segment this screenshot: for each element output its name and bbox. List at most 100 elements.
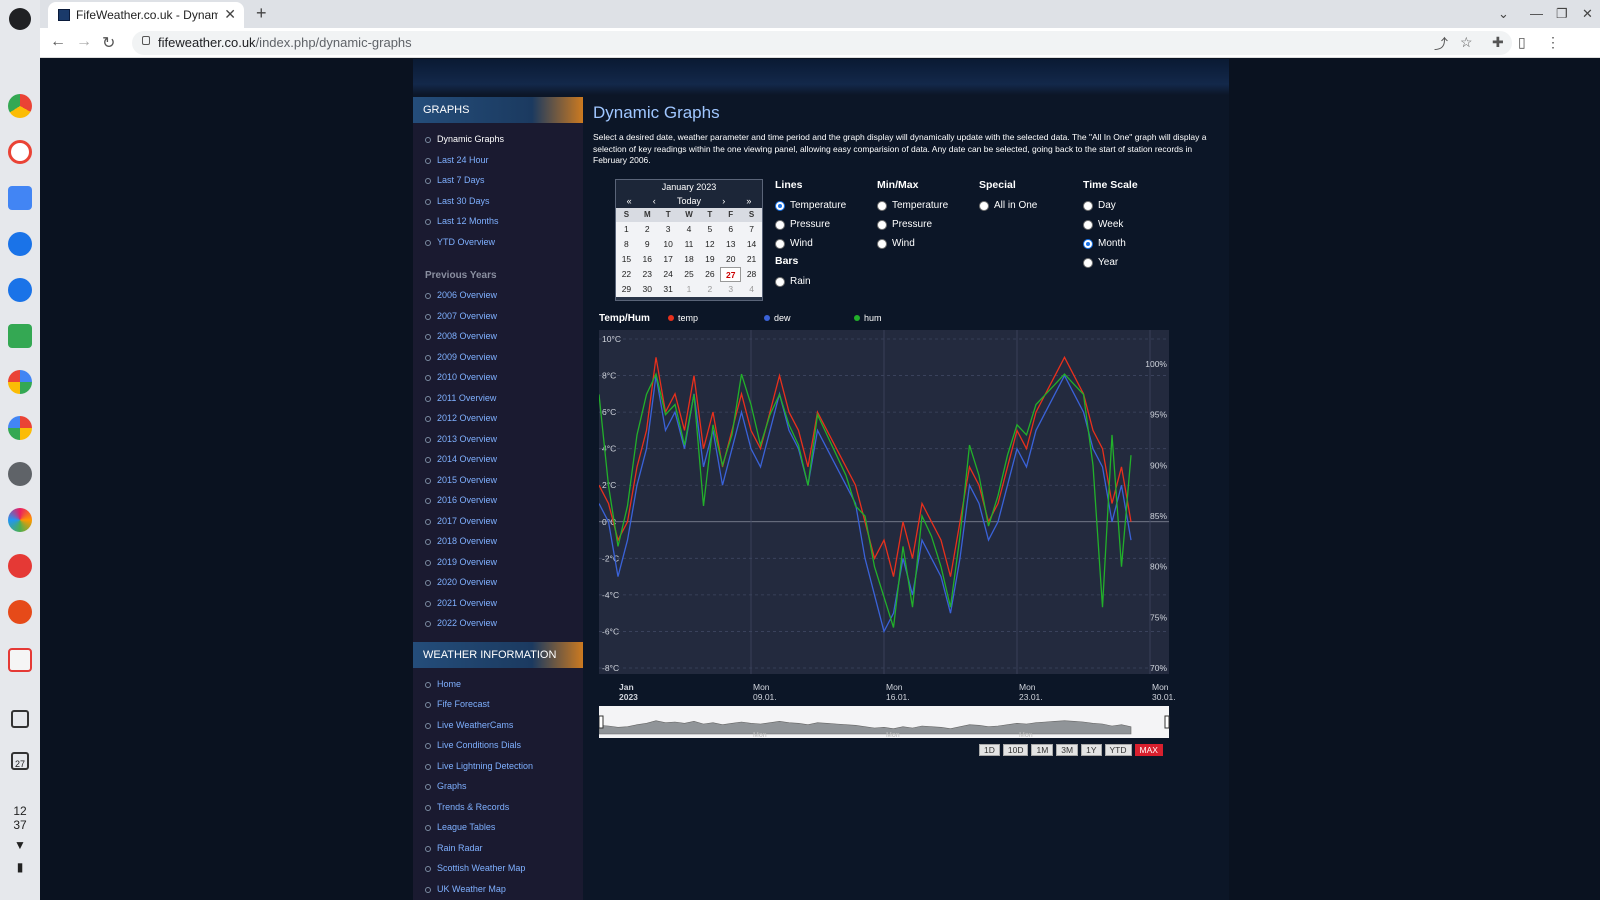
meet-icon[interactable] bbox=[8, 324, 32, 348]
gmail-icon[interactable] bbox=[8, 140, 32, 164]
settings-icon[interactable] bbox=[8, 462, 32, 486]
share-icon[interactable]: ⤴ bbox=[1434, 34, 1448, 54]
restore-icon[interactable]: ❐ bbox=[1556, 6, 1568, 22]
app-icon[interactable] bbox=[8, 648, 32, 672]
sidebar-link[interactable]: 2006 Overview bbox=[425, 285, 583, 306]
radio-button[interactable] bbox=[775, 200, 785, 211]
radio-button[interactable] bbox=[877, 219, 887, 230]
address-bar[interactable]: fifeweather.co.uk/index.php/dynamic-grap… bbox=[132, 31, 1512, 55]
minimize-icon[interactable]: — bbox=[1530, 6, 1543, 21]
calendar-day[interactable]: 13 bbox=[720, 237, 741, 252]
calendar-day[interactable]: 11 bbox=[679, 237, 700, 252]
calendar-day[interactable]: 3 bbox=[658, 222, 679, 237]
sidebar-link[interactable]: Last 12 Months bbox=[425, 211, 583, 232]
calendar-day[interactable]: 20 bbox=[720, 252, 741, 267]
clock-hour[interactable]: 12 bbox=[0, 804, 40, 818]
radio-button[interactable] bbox=[1083, 238, 1093, 249]
calendar-day[interactable]: 30 bbox=[637, 282, 658, 297]
calendar-day[interactable]: 17 bbox=[658, 252, 679, 267]
calendar-nav-button[interactable]: Today bbox=[677, 194, 701, 208]
extensions-icon[interactable]: ✚ bbox=[1492, 34, 1504, 51]
messages-icon[interactable] bbox=[8, 278, 32, 302]
radio-button[interactable] bbox=[1083, 219, 1093, 230]
calendar-day[interactable]: 1 bbox=[616, 222, 637, 237]
bookmark-star-icon[interactable]: ☆ bbox=[1460, 34, 1473, 51]
calendar-day[interactable]: 31 bbox=[658, 282, 679, 297]
calendar-nav-button[interactable]: » bbox=[746, 194, 751, 208]
calendar-day[interactable]: 4 bbox=[679, 222, 700, 237]
app-icon[interactable] bbox=[8, 600, 32, 624]
tab-active[interactable]: FifeWeather.co.uk - Dynamic Gra ✕ bbox=[48, 2, 244, 28]
sidebar-link[interactable]: 2012 Overview bbox=[425, 408, 583, 429]
sidebar-link[interactable]: League Tables bbox=[425, 817, 583, 838]
sidebar-link[interactable]: 2008 Overview bbox=[425, 326, 583, 347]
calendar-day[interactable]: 24 bbox=[658, 267, 679, 282]
sidebar-link[interactable]: YTD Overview bbox=[425, 232, 583, 253]
new-tab-icon[interactable]: + bbox=[256, 3, 267, 24]
temp-hum-chart[interactable]: Temp/Hum temp dew hum 10°C 8°C 6°C 4°C 2°C 0°C -2°… bbox=[598, 308, 1181, 768]
sidebar-link[interactable]: Live WeatherCams bbox=[425, 715, 583, 736]
sidebar-link[interactable]: 2017 Overview bbox=[425, 511, 583, 532]
menu-icon[interactable]: ⋮ bbox=[1546, 34, 1560, 51]
sidebar-link[interactable]: Last 24 Hour bbox=[425, 150, 583, 171]
range-button[interactable]: 10D bbox=[1002, 744, 1029, 756]
app-icon[interactable] bbox=[8, 508, 32, 532]
range-button[interactable]: MAX bbox=[1134, 744, 1163, 756]
calendar-day[interactable]: 14 bbox=[741, 237, 762, 252]
sidebar-link[interactable]: 2015 Overview bbox=[425, 470, 583, 491]
radio-option[interactable]: Day bbox=[1083, 196, 1138, 215]
radio-option[interactable]: Pressure bbox=[775, 215, 846, 234]
forward-icon[interactable]: → bbox=[76, 33, 92, 51]
sidebar-link[interactable]: 2010 Overview bbox=[425, 367, 583, 388]
sidebar-link[interactable]: 2020 Overview bbox=[425, 572, 583, 593]
sidebar-link[interactable]: 2009 Overview bbox=[425, 347, 583, 368]
sidebar-link[interactable]: 2014 Overview bbox=[425, 449, 583, 470]
files-icon[interactable] bbox=[8, 232, 32, 256]
chart-svg[interactable]: Temp/Hum temp dew hum10°C8°C6°C4°C2°C0°C-2°… bbox=[598, 308, 1181, 748]
close-tab-icon[interactable]: ✕ bbox=[224, 6, 236, 23]
reload-icon[interactable]: ↻ bbox=[102, 33, 115, 53]
radio-button[interactable] bbox=[775, 238, 785, 249]
radio-button[interactable] bbox=[1083, 200, 1093, 211]
sidebar-link[interactable]: Graphs bbox=[425, 776, 583, 797]
calendar-day[interactable]: 2 bbox=[637, 222, 658, 237]
photos-icon[interactable] bbox=[8, 416, 32, 440]
radio-button[interactable] bbox=[979, 200, 989, 211]
calendar-day[interactable]: 26 bbox=[699, 267, 720, 282]
clock-minute[interactable]: 37 bbox=[0, 818, 40, 832]
radio-button[interactable] bbox=[775, 276, 785, 287]
radio-button[interactable] bbox=[775, 219, 785, 230]
sidebar-link[interactable]: UK Weather Map bbox=[425, 879, 583, 900]
radio-option[interactable]: Pressure bbox=[877, 215, 948, 234]
sidebar-link[interactable]: Dynamic Graphs bbox=[425, 129, 583, 150]
range-button[interactable]: 1Y bbox=[1081, 744, 1102, 756]
calendar-day[interactable]: 19 bbox=[699, 252, 720, 267]
radio-option[interactable]: Rain bbox=[775, 272, 846, 291]
sidebar-link[interactable]: 2021 Overview bbox=[425, 593, 583, 614]
sidebar-link[interactable]: 2019 Overview bbox=[425, 552, 583, 573]
close-window-icon[interactable]: ✕ bbox=[1582, 6, 1593, 22]
calendar-day[interactable]: 29 bbox=[616, 282, 637, 297]
play-store-icon[interactable] bbox=[8, 370, 32, 394]
calendar-day[interactable]: 23 bbox=[637, 267, 658, 282]
sidebar-link[interactable]: Fife Forecast bbox=[425, 694, 583, 715]
calendar-day[interactable]: 5 bbox=[699, 222, 720, 237]
calendar-day[interactable]: 18 bbox=[679, 252, 700, 267]
radio-button[interactable] bbox=[877, 238, 887, 249]
calendar-day[interactable]: 3 bbox=[720, 282, 741, 297]
sidebar-link[interactable]: Trends & Records bbox=[425, 797, 583, 818]
back-icon[interactable]: ← bbox=[50, 33, 66, 51]
launcher-icon[interactable] bbox=[9, 8, 31, 30]
app-icon[interactable] bbox=[8, 554, 32, 578]
sidebar-link[interactable]: Rain Radar bbox=[425, 838, 583, 859]
calendar-day[interactable]: 10 bbox=[658, 237, 679, 252]
calendar-day[interactable]: 8 bbox=[616, 237, 637, 252]
range-button[interactable]: 1M bbox=[1031, 744, 1054, 756]
calendar-day[interactable]: 21 bbox=[741, 252, 762, 267]
sidebar-link[interactable]: Scottish Weather Map bbox=[425, 858, 583, 879]
calendar-day[interactable]: 27 bbox=[720, 267, 742, 282]
sidebar-link[interactable]: 2016 Overview bbox=[425, 490, 583, 511]
sidebar-link[interactable]: 2013 Overview bbox=[425, 429, 583, 450]
sidebar-link[interactable]: 2011 Overview bbox=[425, 388, 583, 409]
side-panel-icon[interactable]: ▯ bbox=[1518, 34, 1526, 51]
